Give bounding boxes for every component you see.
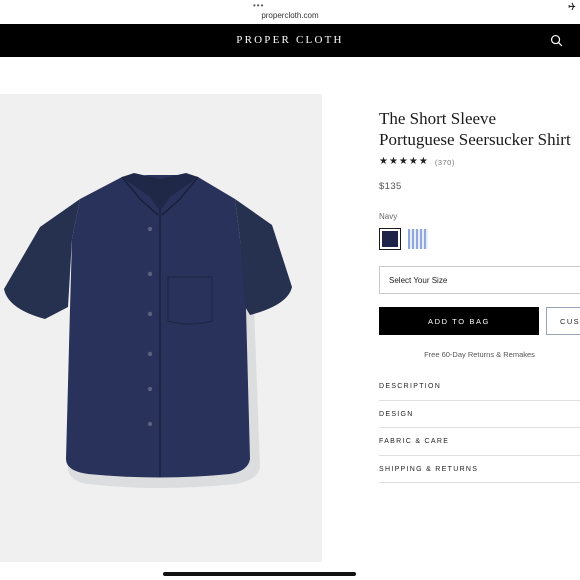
product-details-accordion: DESCRIPTION DESIGN FABRIC & CARE SHIPPIN… <box>379 373 580 483</box>
product-rating[interactable]: ★★★★★ (370) <box>379 157 580 167</box>
star-rating-icon: ★★★★★ <box>379 156 429 167</box>
product-image[interactable] <box>0 94 322 562</box>
product-info: The Short Sleeve Portuguese Seersucker S… <box>379 108 580 252</box>
color-swatches <box>379 228 580 252</box>
site-header: PROPER CLOTH <box>0 24 580 57</box>
custom-button[interactable]: CUST <box>546 307 580 335</box>
color-label: Navy <box>379 212 398 221</box>
accordion-label: SHIPPING & RETURNS <box>379 465 479 473</box>
product-title: The Short Sleeve Portuguese Seersucker S… <box>379 109 571 149</box>
swatch-light-blue-stripe[interactable] <box>408 229 428 249</box>
airplane-icon <box>568 2 576 10</box>
review-count[interactable]: (370) <box>435 158 455 167</box>
accordion-label: DESCRIPTION <box>379 383 442 390</box>
browser-url-bar[interactable]: ••• propercloth.com <box>0 0 580 24</box>
add-to-bag-button[interactable]: ADD TO BAG <box>379 307 539 335</box>
accordion-fabric-care[interactable]: FABRIC & CARE <box>379 428 580 456</box>
accordion-design[interactable]: DESIGN <box>379 401 580 428</box>
size-select[interactable]: Select Your Size <box>379 266 580 294</box>
shirt-image <box>4 173 292 488</box>
home-indicator[interactable] <box>163 572 356 576</box>
url-text[interactable]: propercloth.com <box>0 11 580 20</box>
swatch-navy[interactable] <box>379 228 401 250</box>
accordion-description[interactable]: DESCRIPTION <box>379 373 580 401</box>
product-price: $135 <box>379 181 402 192</box>
search-icon[interactable] <box>550 34 563 47</box>
accordion-label: DESIGN <box>379 410 414 418</box>
size-select-label: Select Your Size <box>389 276 448 285</box>
product-page: ••• propercloth.com PROPER CLOTH The Sho… <box>0 0 580 580</box>
returns-note: Free 60-Day Returns & Remakes <box>424 350 535 359</box>
accordion-label: FABRIC & CARE <box>379 438 450 445</box>
accordion-shipping-returns[interactable]: SHIPPING & RETURNS <box>379 456 580 483</box>
brand-logo[interactable]: PROPER CLOTH <box>0 34 580 46</box>
tab-dots-icon[interactable]: ••• <box>253 2 264 10</box>
